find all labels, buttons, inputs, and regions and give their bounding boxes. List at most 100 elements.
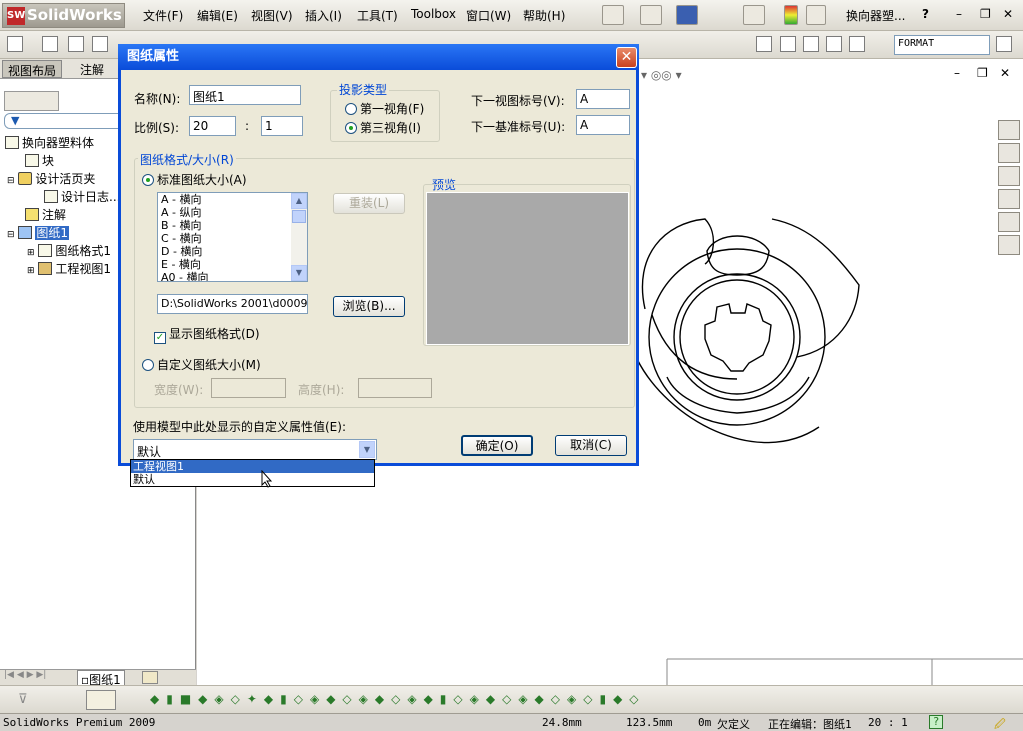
pin-icon[interactable]: 🖉	[994, 716, 1006, 731]
third-angle-radio[interactable]: 第三视角(I)	[345, 119, 421, 136]
document-icon	[44, 190, 58, 203]
save-icon[interactable]	[676, 5, 698, 25]
restore-icon[interactable]: ❐	[980, 7, 991, 21]
format-path-input[interactable]: D:\SolidWorks 2001\d000928.	[157, 294, 308, 314]
help-small-icon[interactable]: ?	[929, 715, 943, 729]
scroll-thumb[interactable]	[292, 210, 306, 223]
filter-icons-row[interactable]: ◆▮■◆◈◇✦◆▮◇◈◆◇◈◆◇◈◆▮◇◈◆◇◈◆◇◈◇▮◆◇	[150, 692, 646, 706]
width-input[interactable]	[211, 378, 286, 398]
next-view-label: 下一视图标号(V):	[471, 94, 565, 108]
list-item[interactable]: D - 横向	[158, 245, 307, 258]
tree-item-blocks[interactable]: 块	[25, 152, 54, 169]
custom-size-radio[interactable]: 自定义图纸大小(M)	[142, 356, 261, 373]
reload-button[interactable]: 重装(L)	[333, 193, 405, 214]
view-palette-icon[interactable]	[998, 189, 1020, 209]
rebuild-light-icon[interactable]	[784, 5, 798, 25]
block-icon	[25, 154, 39, 167]
scroll-down-icon[interactable]: ▼	[291, 265, 307, 281]
scroll-up-icon[interactable]: ▲	[291, 193, 307, 209]
layer-icon[interactable]	[756, 36, 772, 52]
next-datum-input[interactable]: A	[576, 115, 630, 135]
scale-numerator-input[interactable]: 20	[189, 116, 236, 136]
list-item[interactable]: C - 横向	[158, 232, 307, 245]
home-icon[interactable]	[998, 120, 1020, 140]
options-icon[interactable]	[806, 5, 826, 25]
first-angle-radio[interactable]: 第一视角(F)	[345, 100, 424, 117]
appearance-icon[interactable]	[998, 212, 1020, 232]
menu-insert[interactable]: 插入(I)	[305, 7, 342, 24]
list-item[interactable]: B - 横向	[158, 219, 307, 232]
doc-close-icon[interactable]: ✕	[1000, 66, 1010, 80]
scale-denominator-input[interactable]: 1	[261, 116, 303, 136]
custom-property-dropdown: 工程视图1 默认	[130, 459, 375, 487]
list-item[interactable]: A - 横向	[158, 193, 307, 206]
format-painter-icon[interactable]	[92, 36, 108, 52]
tree-item-design-journal[interactable]: 设计日志...	[44, 188, 120, 205]
layer-select[interactable]: FORMAT	[894, 35, 990, 55]
custom-properties-icon[interactable]	[998, 235, 1020, 255]
note-icon[interactable]	[42, 36, 58, 52]
third-angle-label: 第三视角(I)	[360, 121, 421, 135]
status-state: 欠定义	[717, 718, 750, 731]
minimize-icon[interactable]: –	[956, 7, 962, 21]
help-icon[interactable]: ?	[922, 7, 929, 21]
annotation-icon	[25, 208, 39, 221]
tree-item-drawing-view[interactable]: ⊞ 工程视图1	[27, 260, 111, 277]
height-input[interactable]	[358, 378, 432, 398]
dialog-close-button[interactable]: ✕	[616, 47, 637, 68]
doc-restore-icon[interactable]: ❐	[977, 66, 988, 80]
custom-property-label: 使用模型中此处显示的自定义属性值(E):	[133, 420, 346, 434]
custom-property-select[interactable]: 默认 ▼	[133, 439, 377, 460]
line-thickness-icon[interactable]	[803, 36, 819, 52]
menu-file[interactable]: 文件(F)	[143, 7, 183, 24]
line-color-icon[interactable]	[780, 36, 796, 52]
select-tool-icon[interactable]	[86, 690, 116, 710]
folder-icon[interactable]	[998, 166, 1020, 186]
show-format-checkbox[interactable]: ✓ 显示图纸格式(D)	[154, 325, 260, 344]
panel-view-switcher[interactable]	[4, 91, 59, 111]
view-orientation-icons[interactable]: ▾ ◎◎ ▾	[641, 68, 682, 82]
dropdown-option[interactable]: 工程视图1	[131, 460, 374, 473]
dropdown-option[interactable]: 默认	[131, 473, 374, 486]
spell-check-icon[interactable]	[68, 36, 84, 52]
open-folder-icon[interactable]	[640, 5, 662, 25]
menu-tools[interactable]: 工具(T)	[357, 7, 398, 24]
ok-button[interactable]: 确定(O)	[461, 435, 533, 456]
cancel-button[interactable]: 取消(C)	[555, 435, 627, 456]
next-view-input[interactable]: A	[576, 89, 630, 109]
filter-toggle-icon[interactable]: ⊽	[18, 692, 28, 707]
list-item[interactable]: A0 - 横向	[158, 271, 307, 281]
menu-edit[interactable]: 编辑(E)	[197, 7, 238, 24]
hide-edge-icon[interactable]	[849, 36, 865, 52]
chevron-down-icon[interactable]: ▼	[359, 441, 375, 458]
list-item[interactable]: A - 纵向	[158, 206, 307, 219]
tree-item-design-binder[interactable]: ⊟ 设计活页夹	[7, 170, 95, 187]
list-scrollbar[interactable]: ▲ ▼	[291, 193, 307, 281]
tree-item-sheet-format[interactable]: ⊞ 图纸格式1	[27, 242, 111, 259]
sheet-size-list[interactable]: A - 横向 A - 纵向 B - 横向 C - 横向 D - 横向 E - 横…	[157, 192, 308, 282]
tab-annotation[interactable]: 注解	[75, 60, 109, 78]
tab-view-layout[interactable]: 视图布局	[2, 60, 63, 78]
smart-dimension-icon[interactable]	[7, 36, 23, 52]
new-document-icon[interactable]	[602, 5, 624, 25]
menu-help[interactable]: 帮助(H)	[523, 7, 565, 24]
sheet-nav-arrows-icon[interactable]: |◀ ◀ ▶ ▶|	[4, 670, 46, 680]
library-icon[interactable]	[998, 143, 1020, 163]
close-icon[interactable]: ✕	[1003, 7, 1013, 21]
standard-size-radio[interactable]: 标准图纸大小(A)	[142, 171, 247, 188]
line-style-icon[interactable]	[826, 36, 842, 52]
select-pointer-icon[interactable]	[743, 5, 765, 25]
tree-root[interactable]: 换向器塑料体	[5, 134, 94, 151]
tree-item-annotations[interactable]: 注解	[25, 206, 66, 223]
doc-minimize-icon[interactable]: –	[954, 66, 960, 80]
add-sheet-icon[interactable]	[142, 671, 158, 684]
tree-item-sheet1[interactable]: ⊟ 图纸1	[7, 224, 70, 241]
menu-view[interactable]: 视图(V)	[251, 7, 293, 24]
menu-toolbox[interactable]: Toolbox	[411, 7, 456, 21]
tree-item-label: 设计日志...	[61, 190, 121, 204]
menu-window[interactable]: 窗口(W)	[466, 7, 511, 24]
name-input[interactable]: 图纸1	[189, 85, 301, 105]
list-item[interactable]: E - 横向	[158, 258, 307, 271]
layer-properties-icon[interactable]	[996, 36, 1012, 52]
browse-button[interactable]: 浏览(B)...	[333, 296, 405, 317]
